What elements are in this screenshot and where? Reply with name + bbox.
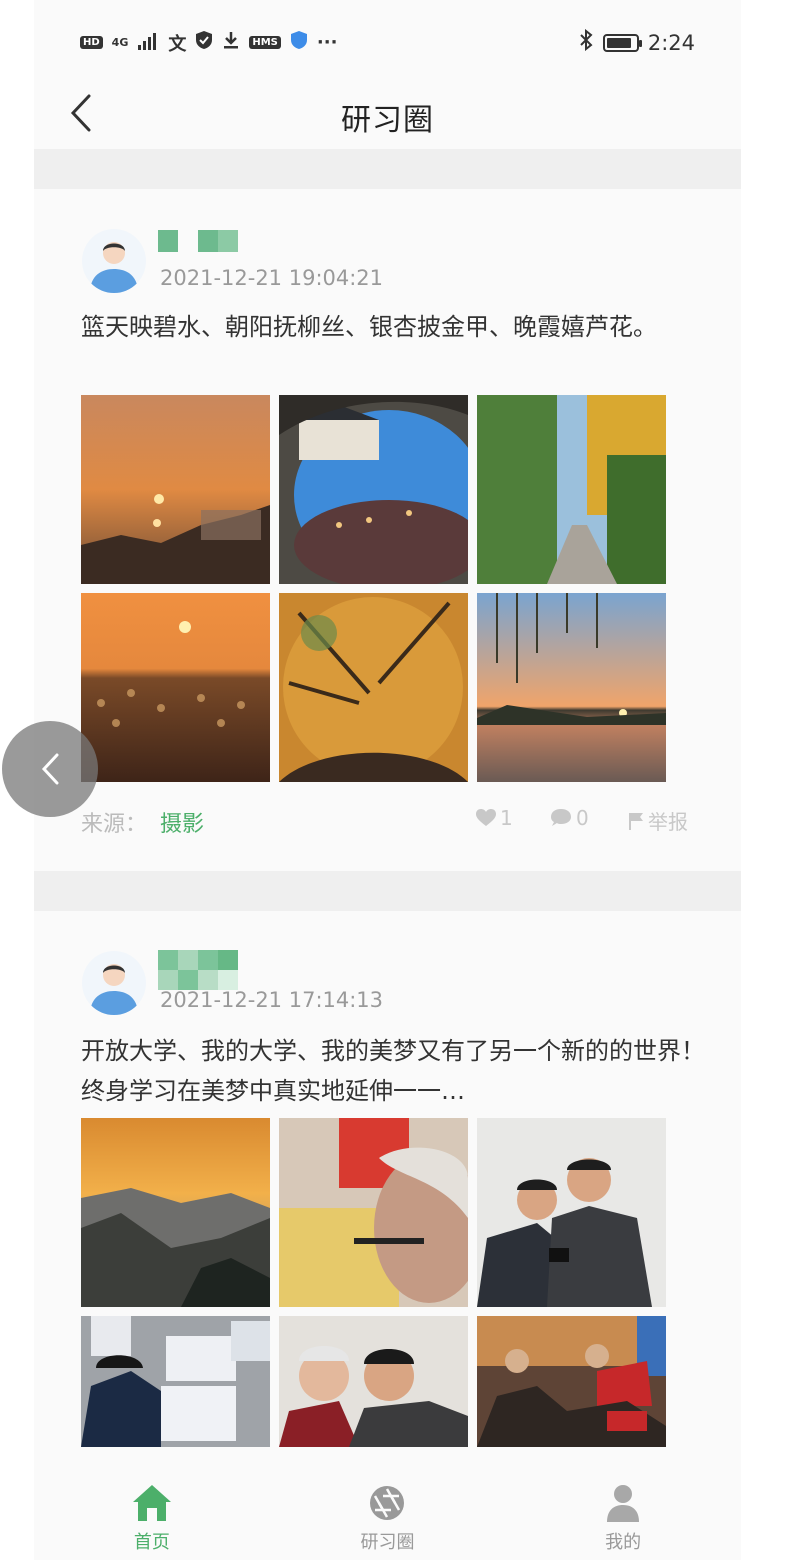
more-icon: ··· (316, 32, 338, 53)
report-button[interactable]: 举报 (628, 806, 688, 835)
shield-icon (195, 30, 213, 55)
nav-circle[interactable]: 研习圈 (327, 1462, 447, 1560)
title-bar: 研习圈 (34, 85, 741, 149)
post-card: 2021-12-21 19:04:21 篮天映碧水、朝阳抚柳丝、银杏披金甲、晚霞… (34, 189, 741, 871)
bottom-nav: 首页 研习圈 我的 (34, 1462, 741, 1560)
post-meta: 来源： 摄影 1 0 举报 (81, 806, 696, 838)
nav-mine[interactable]: 我的 (563, 1462, 683, 1560)
report-label: 举报 (648, 810, 688, 834)
network-icon: 4G (111, 35, 129, 49)
download-icon (222, 30, 240, 55)
chevron-left-icon (41, 753, 59, 785)
like-button[interactable]: 1 (476, 806, 513, 830)
chevron-left-icon (70, 94, 91, 132)
avatar[interactable] (82, 951, 146, 1015)
photo[interactable] (81, 395, 270, 584)
status-right-icons: 2:24 (578, 28, 695, 56)
post-timestamp: 2021-12-21 19:04:21 (160, 266, 384, 290)
hms-icon: HMS (249, 36, 281, 49)
nav-label: 我的 (605, 1532, 642, 1553)
nav-home[interactable]: 首页 (92, 1462, 212, 1560)
translate-icon: 文 (168, 33, 187, 55)
photo[interactable] (81, 1118, 270, 1307)
flag-icon (629, 812, 643, 830)
photo-grid (81, 1118, 666, 1505)
photo[interactable] (477, 593, 666, 782)
comment-count: 0 (576, 806, 589, 830)
photo-grid (81, 395, 666, 782)
nav-label: 首页 (133, 1532, 170, 1553)
like-count: 1 (500, 806, 513, 830)
floating-back-button[interactable] (2, 721, 98, 817)
comment-button[interactable]: 0 (550, 806, 589, 830)
photo[interactable] (279, 395, 468, 584)
nav-label: 研习圈 (360, 1532, 415, 1553)
app-screen: HD 4G 文 HMS ··· 2:24 研习圈 2021-12-21 19:0… (34, 0, 741, 1560)
username[interactable] (158, 230, 238, 252)
signal-icon (137, 31, 159, 55)
photo[interactable] (81, 593, 270, 782)
section-divider (34, 871, 741, 911)
status-bar: HD 4G 文 HMS ··· 2:24 (34, 0, 741, 85)
status-left-icons: HD 4G 文 HMS ··· (80, 30, 337, 56)
bluetooth-icon (578, 28, 594, 56)
home-icon (132, 1485, 171, 1521)
post-timestamp: 2021-12-21 17:14:13 (160, 988, 384, 1012)
username[interactable] (158, 950, 238, 990)
section-divider (34, 149, 741, 189)
clock: 2:24 (647, 30, 695, 55)
back-button[interactable] (60, 89, 100, 137)
post-text: 开放大学、我的大学、我的美梦又有了另一个新的的世界！终身学习在美梦中真实地延伸一… (81, 1037, 705, 1105)
heart-icon (476, 809, 496, 826)
aperture-icon (370, 1486, 405, 1520)
source-label: 来源： (81, 812, 148, 837)
post-text: 篮天映碧水、朝阳抚柳丝、银杏披金甲、晚霞嬉芦花。 (81, 313, 657, 341)
page-title: 研习圈 (341, 103, 434, 138)
post-card: 2021-12-21 17:14:13 开放大学、我的大学、我的美梦又有了另一个… (34, 911, 741, 1462)
photo[interactable] (477, 1118, 666, 1307)
blue-shield-icon (290, 30, 308, 55)
user-icon (607, 1485, 640, 1522)
hd-icon: HD (80, 36, 103, 49)
battery-icon (602, 33, 642, 52)
photo[interactable] (477, 395, 666, 584)
source-link[interactable]: 摄影 (160, 806, 204, 838)
avatar[interactable] (82, 229, 146, 293)
photo[interactable] (279, 1118, 468, 1307)
photo[interactable] (279, 593, 468, 782)
comment-icon (551, 809, 571, 826)
